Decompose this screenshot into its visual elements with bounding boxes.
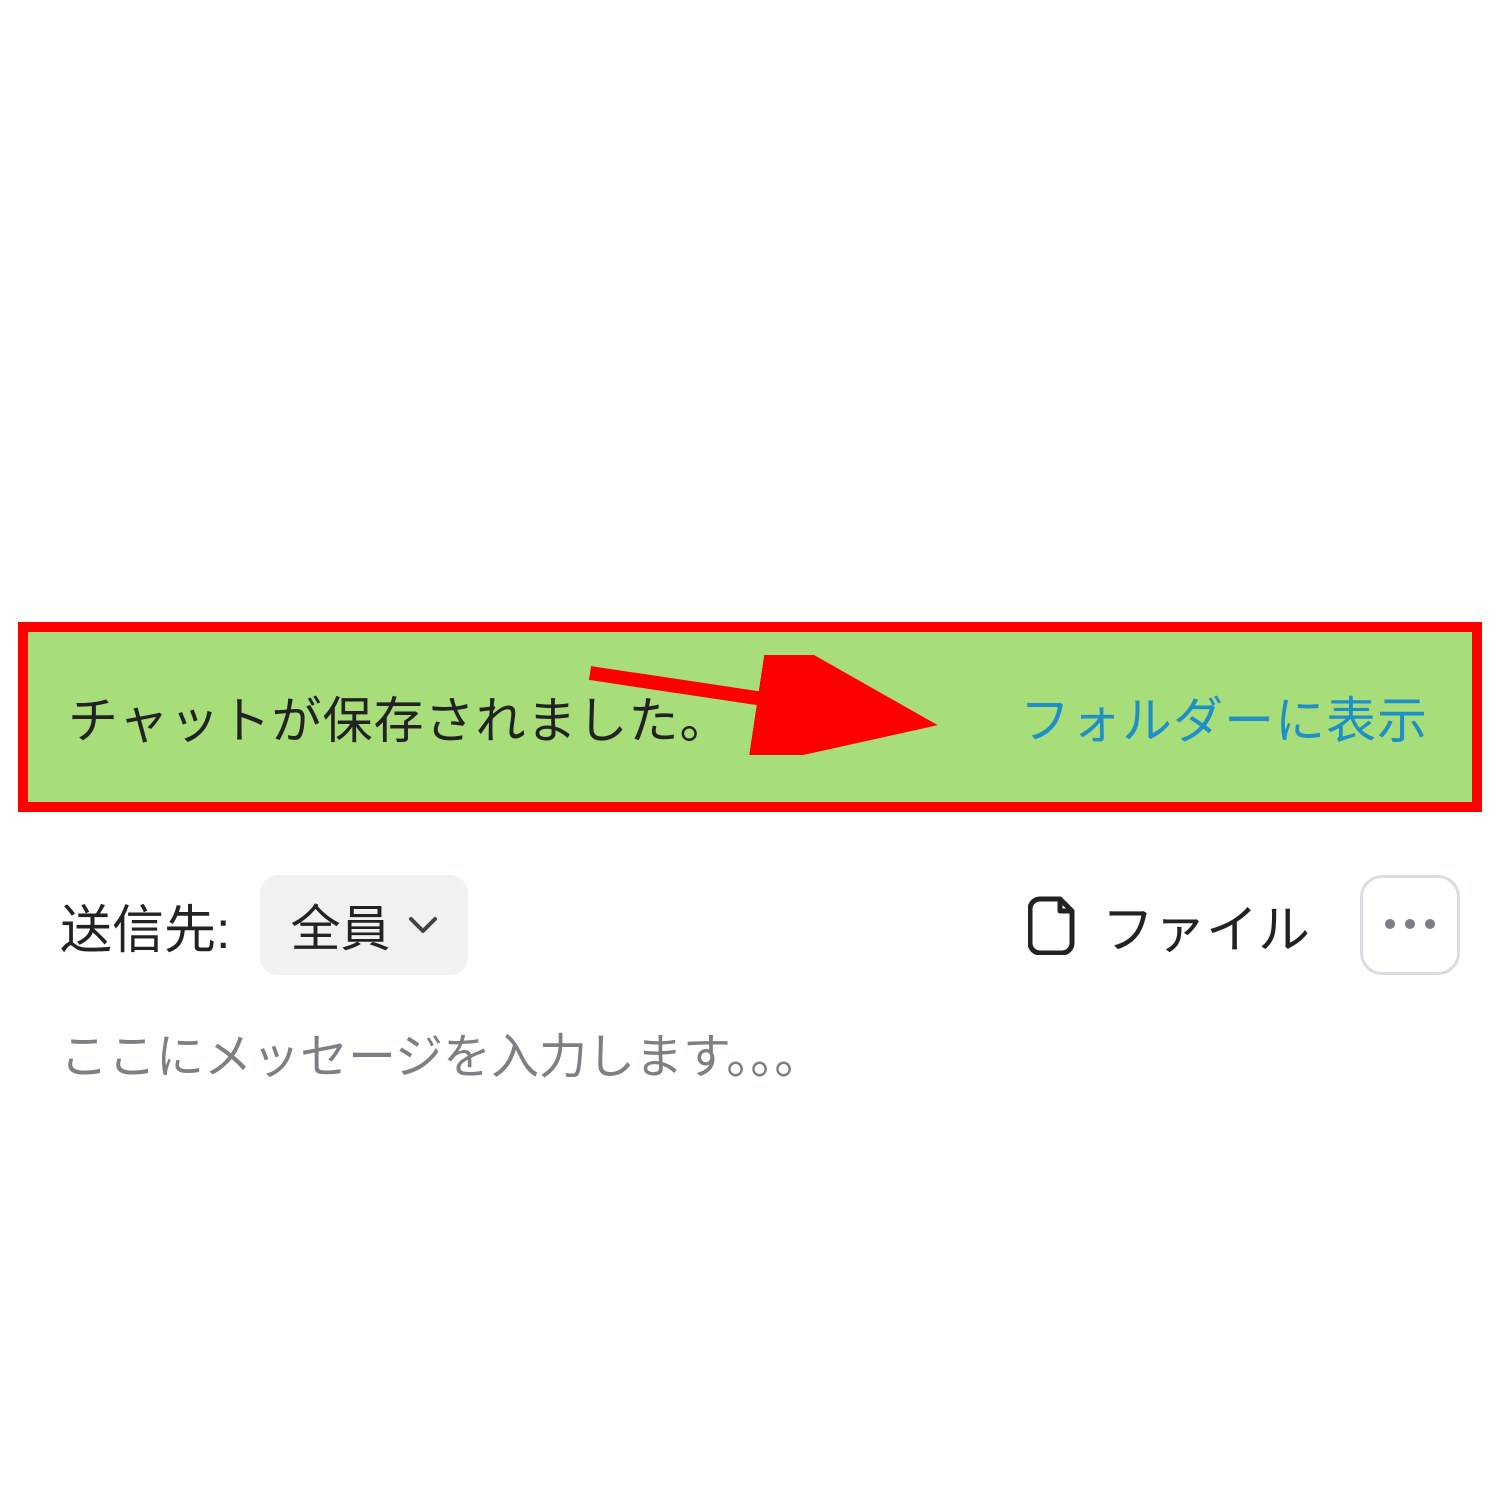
attach-file-label: ファイル — [1102, 888, 1310, 963]
recipient-dropdown[interactable]: 全員 — [260, 875, 468, 975]
recipient-label: 送信先: — [60, 888, 230, 963]
notification-message: チャットが保存されました。 — [68, 681, 731, 753]
chevron-down-icon — [408, 915, 438, 935]
message-input[interactable] — [60, 1030, 1440, 1085]
compose-controls: 送信先: 全員 ファイル — [60, 870, 1460, 980]
recipient-value: 全員 — [290, 889, 390, 961]
more-options-button[interactable] — [1360, 875, 1460, 975]
notification-banner-highlight: チャットが保存されました。 フォルダーに表示 — [18, 622, 1482, 812]
show-in-folder-link[interactable]: フォルダーに表示 — [1020, 681, 1428, 753]
more-icon — [1380, 916, 1440, 934]
notification-banner: チャットが保存されました。 フォルダーに表示 — [28, 632, 1472, 802]
file-icon — [1028, 895, 1080, 955]
attach-file-button[interactable]: ファイル — [1028, 888, 1310, 963]
